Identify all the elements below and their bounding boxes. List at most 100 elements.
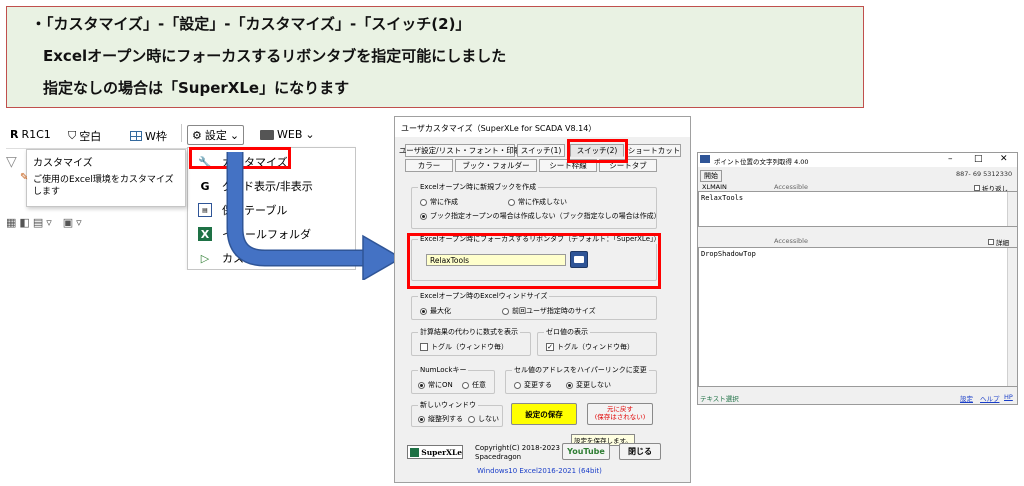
settings-link[interactable]: 設定: [960, 393, 973, 403]
dropdown-icon: ▿: [76, 216, 82, 229]
start-button[interactable]: 開始: [700, 170, 722, 182]
format-icon: ◧: [19, 216, 30, 229]
app-icon: [700, 155, 710, 163]
copyright-line-1: Copyright(C) 2018-2023: [475, 444, 560, 452]
hyperlink-group: セル値のアドレスをハイパーリンクに変更 変更する 変更しない: [505, 365, 657, 394]
accessible-label-1: Accessible: [774, 183, 808, 191]
option-previous-size[interactable]: 前回ユーザ指定時のサイズ: [502, 306, 596, 316]
text-box-2[interactable]: DropShadowTop: [698, 247, 1018, 387]
option-numlock-any[interactable]: 任意: [462, 380, 486, 390]
save-settings-button[interactable]: 設定の保存: [511, 403, 577, 425]
superxle-logo: SuperXLe: [407, 445, 463, 459]
detail-checkbox[interactable]: 詳細: [988, 237, 1009, 247]
text-capture-window: ポイント位置の文字列取得 4.00 – □ ✕ 開始 887- 69 53123…: [697, 152, 1018, 405]
option-no-tile[interactable]: しない: [468, 414, 499, 424]
window-size-group: Excelオープン時のExcelウィンドサイズ 最大化 前回ユーザ指定時のサイズ: [411, 291, 657, 320]
tooltip-body: ご使用のExcel環境をカスタマイズします: [33, 175, 174, 197]
class-name: XLMAIN: [702, 183, 727, 191]
group-label: NumLockキー: [418, 365, 469, 375]
highlight-ribbon-tab: [407, 233, 661, 289]
close-button[interactable]: 閉じる: [619, 443, 661, 460]
ribbon-separator: [181, 124, 182, 142]
zero-value-group: ゼロ値の表示 ✓ トグル（ウィンドウ毎）: [537, 327, 657, 356]
customize-dialog: ユーザカスタマイズ（SuperXLe for SCADA V8.14） ユーザ設…: [394, 116, 691, 483]
info-banner: ・「カスタマイズ」-「設定」-「カスタマイズ」-「スイッチ(2)」 Excelオ…: [6, 6, 864, 108]
maximize-icon[interactable]: □: [974, 154, 983, 164]
tooltip-title: カスタマイズ: [33, 158, 93, 169]
scrollbar[interactable]: [1007, 192, 1017, 226]
option-hyperlink-change[interactable]: 変更する: [514, 380, 552, 390]
cell-icon: ▤: [32, 216, 44, 229]
checkbox-zero-toggle[interactable]: ✓ トグル（ウィンドウ毎）: [546, 342, 634, 352]
dialog-title: ユーザカスタマイズ（SuperXLe for SCADA V8.14）: [395, 117, 690, 137]
check-icon: ✓: [546, 342, 554, 351]
calculator-icon: ▣: [62, 216, 74, 229]
checkbox-formula-toggle[interactable]: トグル（ウィンドウ毎）: [420, 342, 508, 352]
accessible-label-2: Accessible: [774, 237, 808, 245]
group-label: Excelオープン時のExcelウィンドサイズ: [418, 291, 550, 301]
new-window-group: 新しいウィンドウ 縦整列する しない: [411, 400, 503, 427]
show-formula-group: 計算結果の代わりに数式を表示 トグル（ウィンドウ毎）: [411, 327, 531, 356]
status-text: テキスト選択: [700, 395, 739, 403]
homepage-link[interactable]: HP: [1004, 393, 1013, 401]
wframe-button[interactable]: W枠: [130, 128, 167, 144]
logo-icon: [410, 447, 420, 457]
tab-user-settings[interactable]: ユーザ設定/リスト・フォント・印刷: [399, 144, 521, 157]
close-icon[interactable]: ✕: [1000, 154, 1008, 164]
banner-line-3: 指定なしの場合は「SuperXLe」になります: [43, 79, 350, 97]
banner-line-1: ・「カスタマイズ」-「設定」-「カスタマイズ」-「スイッチ(2)」: [31, 15, 471, 33]
funnel-icon: ⛉: [68, 129, 77, 142]
option-always-create[interactable]: 常に作成: [420, 197, 458, 207]
option-never-create[interactable]: 常に作成しない: [508, 197, 567, 207]
customize-tooltip: カスタマイズ ご使用のExcel環境をカスタマイズします: [26, 149, 186, 207]
copyright-line-2: Spacedragon: [475, 453, 522, 461]
tab-color[interactable]: カラー: [405, 159, 453, 172]
option-tile-vertical[interactable]: 縦整列する: [418, 414, 463, 424]
grid-toggle-icon: G: [200, 179, 210, 193]
group-label: セル値のアドレスをハイパーリンクに変更: [512, 365, 649, 375]
r-icon: R: [10, 128, 19, 141]
group-label: 計算結果の代わりに数式を表示: [418, 327, 520, 337]
banner-line-2: Excelオープン時にフォーカスするリボンタブを指定可能にしました: [43, 47, 507, 65]
settings-dropdown[interactable]: ⚙ 設定 ⌄: [187, 125, 245, 145]
tab-book-folder[interactable]: ブック・フォルダー: [455, 159, 537, 172]
option-maximize[interactable]: 最大化: [420, 306, 451, 316]
r1c1-button[interactable]: R R1C1: [10, 128, 51, 141]
highlight-switch-2: [567, 139, 628, 163]
chevron-down-icon: ⌄: [229, 128, 240, 142]
group-label: ゼロ値の表示: [544, 327, 590, 337]
revert-button[interactable]: 元に戻す (保存はされない): [587, 403, 653, 425]
chevron-down-icon: ⌄: [305, 128, 315, 141]
excel-icon: X: [198, 227, 212, 241]
gear-icon: ⚙: [192, 128, 202, 142]
youtube-button[interactable]: YouTube: [562, 443, 610, 460]
tab-shortcut[interactable]: ショートカット: [627, 144, 681, 157]
minimize-icon[interactable]: –: [948, 154, 953, 164]
group-label: 新しいウィンドウ: [418, 400, 478, 410]
web-dropdown[interactable]: WEB ⌄: [260, 128, 315, 141]
numlock-group: NumLockキー 常にON 任意: [411, 365, 495, 394]
new-book-group: Excelオープン時に新規ブックを作成 常に作成 常に作成しない ブック指定オー…: [411, 182, 661, 229]
option-hyperlink-nochange[interactable]: 変更しない: [566, 380, 611, 390]
arrow-graphic: [226, 152, 403, 280]
filter-icon: ▿: [46, 216, 52, 229]
text-box-1[interactable]: RelaxTools: [698, 191, 1018, 227]
option-conditional-create[interactable]: ブック指定オープンの場合は作成しない（ブック指定なしの場合は作成）: [420, 211, 661, 221]
play-icon: ▷: [200, 251, 210, 265]
grid-icon: [130, 131, 142, 141]
filter-icon: ▽: [6, 154, 17, 170]
option-numlock-on[interactable]: 常にON: [418, 380, 453, 390]
help-link[interactable]: ヘルプ: [980, 393, 1000, 403]
pencil-icon: ✎: [20, 172, 29, 183]
window-titlebar: ポイント位置の文字列取得 4.00 – □ ✕: [698, 153, 1017, 167]
ribbon-lower-row: ▦ ◧ ▤ ▿ ▣ ▿: [6, 216, 82, 229]
blank-button[interactable]: ⛉ 空白: [68, 128, 101, 144]
table-icon: ▦: [6, 216, 17, 229]
table-icon: ▤: [198, 203, 212, 217]
scrollbar[interactable]: [1007, 248, 1017, 386]
coords-readout: 887- 69 5312330: [956, 170, 1013, 178]
group-label: Excelオープン時に新規ブックを作成: [418, 182, 539, 192]
web-icon: [260, 129, 274, 140]
environment-info: Windows10 Excel2016-2021 (64bit): [477, 467, 602, 475]
tab-switch-1[interactable]: スイッチ(1): [517, 144, 565, 157]
